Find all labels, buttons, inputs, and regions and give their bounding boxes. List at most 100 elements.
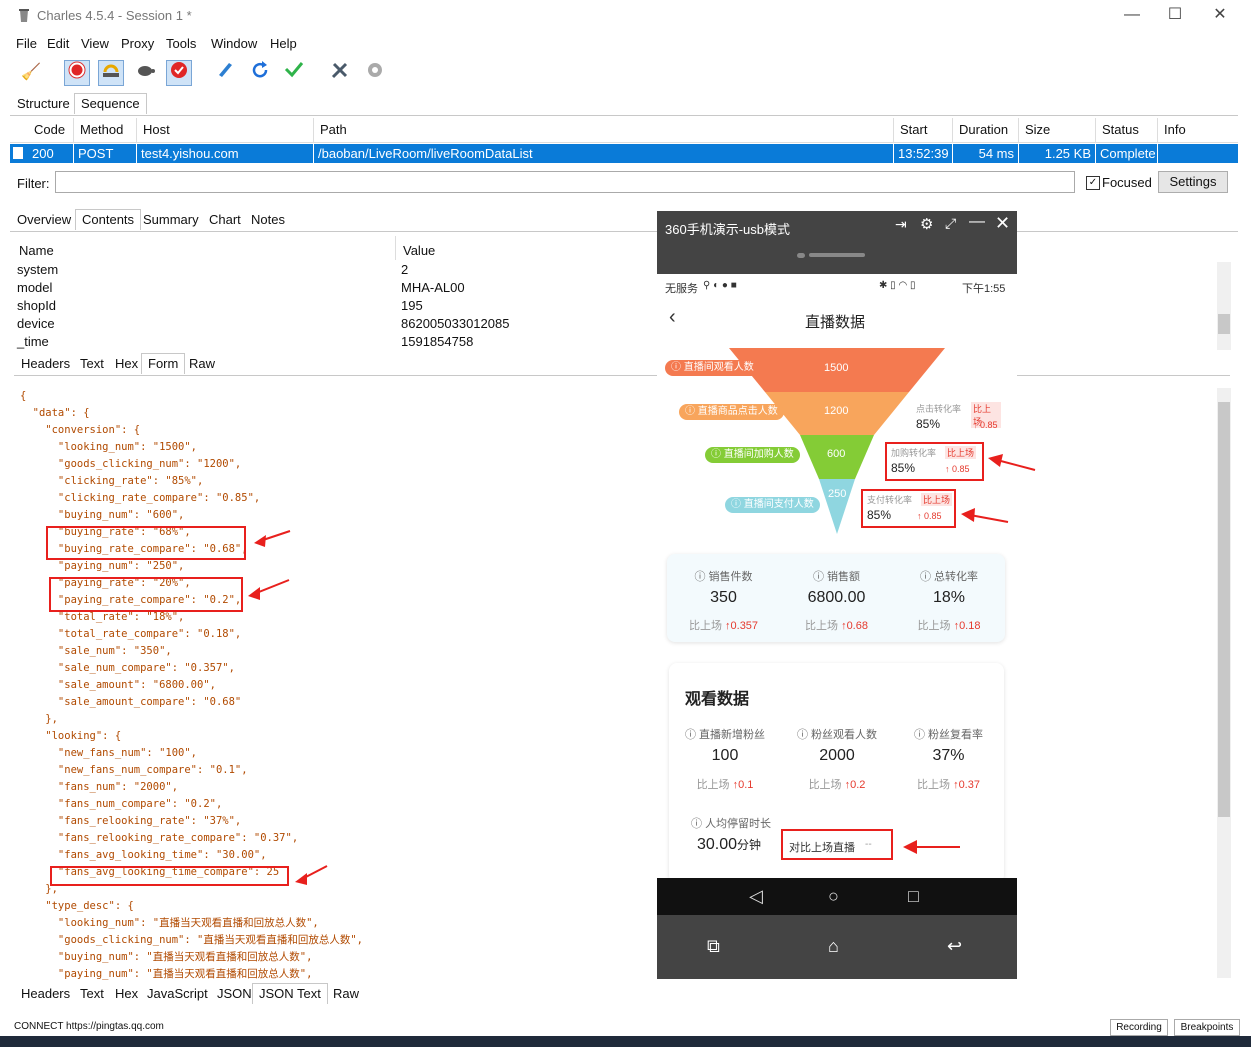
tab-summary[interactable]: Summary: [136, 209, 206, 231]
pen-icon[interactable]: [212, 60, 238, 86]
col-size[interactable]: Size: [1019, 118, 1096, 142]
tab-headers[interactable]: Headers: [14, 983, 77, 1005]
settings-button[interactable]: Settings: [1158, 171, 1228, 193]
tab-headers[interactable]: Headers: [14, 353, 77, 375]
filter-input[interactable]: [55, 171, 1075, 193]
tab-json-text[interactable]: JSON Text: [252, 983, 328, 1004]
back-icon[interactable]: ‹: [669, 306, 676, 329]
throttle-icon[interactable]: [98, 60, 124, 86]
turtle-icon[interactable]: [132, 60, 158, 86]
tab-sequence[interactable]: Sequence: [74, 93, 147, 114]
tab-text[interactable]: Text: [73, 983, 111, 1005]
tab-structure[interactable]: Structure: [10, 93, 77, 115]
phone-screen: 无服务 ⚲ ◐ ● ■ ✱ ▯ ◠ ▯ 下午1:55 ‹ 直播数据 1500 1…: [657, 274, 1017, 878]
col-code[interactable]: Code: [28, 118, 74, 142]
menu-edit[interactable]: Edit: [47, 36, 69, 51]
check-icon[interactable]: [281, 60, 307, 86]
tab-text[interactable]: Text: [73, 353, 111, 375]
col-method[interactable]: Method: [74, 118, 137, 142]
record-icon[interactable]: [64, 60, 90, 86]
col-start[interactable]: Start: [894, 118, 953, 142]
col-info[interactable]: Info: [1158, 118, 1238, 142]
minimize-icon[interactable]: —: [1117, 4, 1147, 26]
close-icon[interactable]: ✕: [995, 213, 1010, 234]
menu-view[interactable]: View: [81, 36, 109, 51]
status-icons: ⚲ ◐ ● ■: [703, 280, 737, 291]
arrow-icon: [254, 530, 291, 547]
tab-chart[interactable]: Chart: [202, 209, 248, 231]
json-line: "goods_clicking_num": "1200",: [20, 458, 242, 470]
recording-indicator[interactable]: Recording: [1110, 1019, 1168, 1036]
scrollbar-thumb[interactable]: [1218, 402, 1230, 817]
drag-handle[interactable]: [809, 253, 865, 257]
menu-tools[interactable]: Tools: [166, 36, 196, 51]
settings-gear-icon[interactable]: ⚙: [920, 215, 933, 233]
refresh-icon[interactable]: [247, 60, 273, 86]
table-row[interactable]: 200 POST test4.yishou.com /baoban/LiveRo…: [10, 144, 1238, 163]
android-navbar: ◁ ○ □: [657, 878, 1017, 915]
arrow-icon: [988, 454, 1036, 471]
col-host[interactable]: Host: [137, 118, 314, 142]
charles-app-icon: [18, 9, 30, 22]
stat-label-text: 粉丝观看人数: [811, 729, 878, 741]
nav-back-icon[interactable]: ◁: [749, 886, 763, 907]
gear-icon[interactable]: [362, 60, 388, 86]
tab-hex[interactable]: Hex: [108, 353, 145, 375]
nav-home-icon[interactable]: ○: [828, 886, 839, 907]
stat-label-text: 粉丝复看率: [928, 729, 984, 741]
stat-compare-value: 0.2: [850, 779, 866, 791]
menu-proxy[interactable]: Proxy: [121, 36, 154, 51]
breakpoint-icon[interactable]: [166, 60, 192, 86]
json-line: "new_fans_num_compare": "0.1",: [20, 764, 248, 776]
stay-compare-label: 对比上场直播: [789, 842, 855, 854]
focused-checkbox[interactable]: ✓: [1086, 176, 1100, 190]
menu-window[interactable]: Window: [211, 36, 257, 51]
breakpoints-indicator[interactable]: Breakpoints: [1174, 1019, 1240, 1036]
kv-scrollbar[interactable]: [1217, 262, 1231, 350]
json-line: "sale_num_compare": "0.357",: [20, 662, 235, 674]
minimize-icon[interactable]: —: [969, 213, 985, 231]
col-duration[interactable]: Duration: [953, 118, 1019, 142]
tab-contents[interactable]: Contents: [75, 209, 142, 230]
json-scrollbar[interactable]: [1217, 388, 1231, 978]
highlight-box: 对比上场直播 --: [781, 829, 893, 860]
menu-file[interactable]: File: [16, 36, 37, 51]
col-status[interactable]: Status: [1096, 118, 1158, 142]
cell-duration: 54 ms: [953, 144, 1019, 163]
close-icon[interactable]: ✕: [1205, 4, 1235, 26]
window-title: Charles 4.5.4 - Session 1 *: [37, 8, 192, 23]
pin-icon[interactable]: ⇥: [895, 216, 907, 233]
window-switch-icon[interactable]: ⧉: [707, 936, 720, 957]
tab-overview[interactable]: Overview: [10, 209, 78, 231]
stat-compare-value: 0.18: [959, 620, 981, 632]
rate-value: 85%: [916, 417, 941, 431]
scrollbar-thumb[interactable]: [1218, 314, 1230, 334]
cell-size: 1.25 KB: [1019, 144, 1096, 163]
rate-value: 85%: [867, 508, 892, 522]
tab-raw[interactable]: Raw: [182, 353, 222, 375]
home-icon[interactable]: ⌂: [828, 936, 839, 957]
tab-notes[interactable]: Notes: [244, 209, 292, 231]
section-title: 观看数据: [685, 691, 750, 708]
json-line: "buying_num": "600",: [20, 509, 185, 521]
cell-start: 13:52:39: [894, 144, 953, 163]
funnel-value: 250: [828, 488, 847, 500]
maximize-icon[interactable]: ☐: [1160, 4, 1190, 26]
stat-compare: 比上场 ↑0.18: [917, 620, 981, 632]
tools-icon[interactable]: [327, 60, 353, 86]
arrow-icon: [961, 508, 1009, 523]
col-path[interactable]: Path: [314, 118, 894, 142]
nav-recent-icon[interactable]: □: [908, 886, 919, 907]
tab-form[interactable]: Form: [141, 353, 186, 374]
stay-unit: 分钟: [737, 838, 762, 852]
stat-compare-value: 0.357: [730, 620, 759, 632]
highlight-box: 加购转化率 比上场 85% ↑ 0.85: [885, 442, 984, 481]
tab-javascript[interactable]: JavaScript: [140, 983, 215, 1005]
fullscreen-icon[interactable]: ⤢: [945, 215, 956, 232]
funnel-label: ⓘ 直播间支付人数: [725, 497, 820, 513]
menu-help[interactable]: Help: [270, 36, 297, 51]
tab-raw[interactable]: Raw: [326, 983, 366, 1005]
status-icons-right: ✱ ▯ ◠ ▯: [879, 280, 916, 291]
broom-icon[interactable]: 🧹: [18, 60, 44, 86]
return-icon[interactable]: ↩: [947, 936, 962, 957]
